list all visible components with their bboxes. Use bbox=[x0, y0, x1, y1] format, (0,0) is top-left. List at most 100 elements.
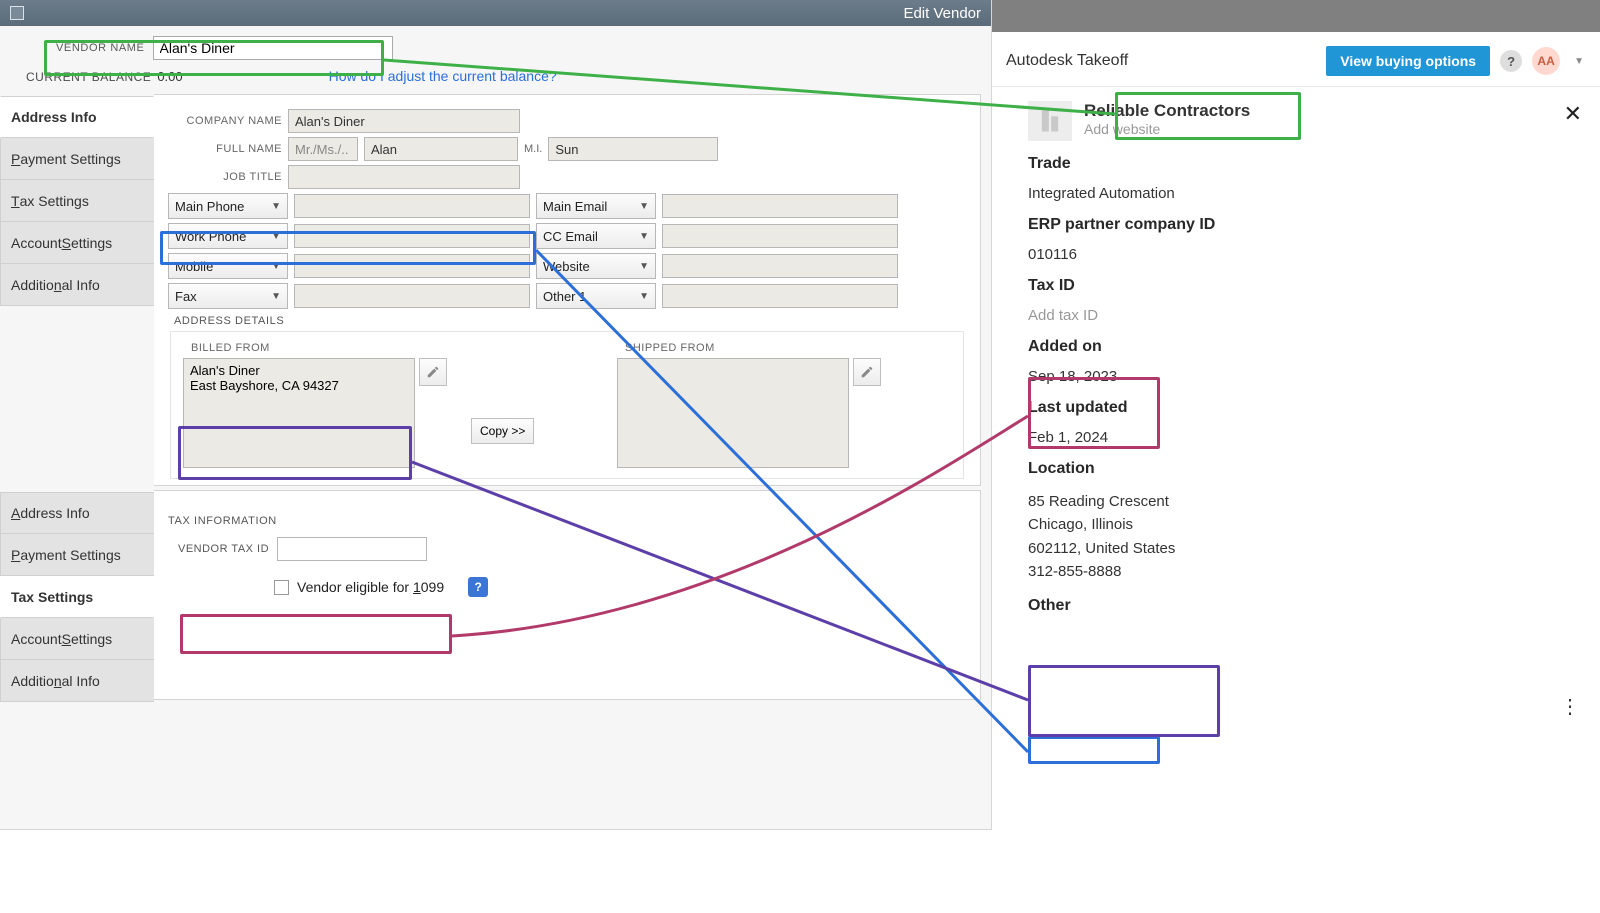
billed-from-textarea[interactable] bbox=[183, 358, 415, 468]
trade-value: Integrated Automation bbox=[1028, 185, 1582, 202]
last-updated-value: Feb 1, 2024 bbox=[1028, 429, 1582, 446]
tab-address-info[interactable]: Address Info bbox=[0, 492, 154, 534]
tab-payment-settings[interactable]: Payment Settings bbox=[0, 534, 154, 576]
view-buying-options-button[interactable]: View buying options bbox=[1326, 46, 1490, 76]
other-label: Other bbox=[1028, 597, 1582, 615]
combo-label: Work Phone bbox=[175, 229, 246, 244]
tab-address-info[interactable]: Address Info bbox=[0, 96, 154, 138]
phone-input-0[interactable] bbox=[294, 194, 530, 218]
erp-id-value: 010116 bbox=[1028, 246, 1582, 263]
edit-billed-address-button[interactable] bbox=[419, 358, 447, 386]
phone-input-3[interactable] bbox=[294, 284, 530, 308]
tab-account-settings[interactable]: Account Settings bbox=[0, 618, 154, 660]
company-name-input[interactable] bbox=[288, 109, 520, 133]
location-menu-button[interactable]: ⋮ bbox=[1560, 694, 1580, 719]
close-button[interactable]: ✕ bbox=[1564, 101, 1582, 125]
location-line-3: 602112, United States bbox=[1028, 537, 1582, 560]
shipped-from-textarea[interactable] bbox=[617, 358, 849, 468]
location-phone: 312-855-8888 bbox=[1028, 560, 1582, 583]
tab-payment-settings[interactable]: Payment Settings bbox=[0, 138, 154, 180]
combo-label: CC Email bbox=[543, 229, 598, 244]
phone-input-1[interactable] bbox=[294, 224, 530, 248]
email-type-combo-3[interactable]: Other 1▼ bbox=[536, 283, 656, 309]
email-input-0[interactable] bbox=[662, 194, 898, 218]
nav-tabs-upper: Address InfoPayment SettingsTax Settings… bbox=[0, 94, 154, 492]
help-button[interactable]: ? bbox=[1500, 50, 1522, 72]
location-line-1: 85 Reading Crescent bbox=[1028, 490, 1582, 513]
tax-id-label: Tax ID bbox=[1028, 277, 1582, 295]
pencil-icon bbox=[860, 365, 874, 379]
vendor-tax-id-label: VENDOR TAX ID bbox=[178, 543, 269, 555]
added-on-value: Sep 18, 2023 bbox=[1028, 368, 1582, 385]
add-website-link[interactable]: Add website bbox=[1084, 121, 1250, 137]
full-name-label: FULL NAME bbox=[162, 143, 282, 155]
last-name-input[interactable] bbox=[548, 137, 718, 161]
tab-tax-settings[interactable]: Tax Settings bbox=[0, 180, 154, 222]
tab-additional-info[interactable]: Additional Info bbox=[0, 660, 154, 702]
edit-shipped-address-button[interactable] bbox=[853, 358, 881, 386]
company-name-label: COMPANY NAME bbox=[162, 115, 282, 127]
tab-additional-info[interactable]: Additional Info bbox=[0, 264, 154, 306]
vendor-1099-label: Vendor eligible for 1099 bbox=[297, 579, 444, 595]
location-line-2: Chicago, Illinois bbox=[1028, 513, 1582, 536]
first-name-input[interactable] bbox=[364, 137, 518, 161]
window-sys-icon[interactable] bbox=[10, 6, 24, 20]
job-title-label: JOB TITLE bbox=[162, 171, 282, 183]
avatar-menu-chevron-icon[interactable]: ▼ bbox=[1574, 56, 1584, 67]
job-title-input[interactable] bbox=[288, 165, 520, 189]
combo-label: Fax bbox=[175, 289, 197, 304]
app-name: Autodesk Takeoff bbox=[1006, 52, 1316, 70]
current-balance-label: CURRENT BALANCE bbox=[26, 70, 151, 84]
salutation-input[interactable] bbox=[288, 137, 358, 161]
last-updated-label: Last updated bbox=[1028, 399, 1582, 417]
vendor-tax-id-input[interactable] bbox=[277, 537, 427, 561]
combo-label: Other 1 bbox=[543, 289, 586, 304]
adjust-balance-link[interactable]: How do I adjust the current balance? bbox=[329, 68, 557, 84]
phone-type-combo-3[interactable]: Fax ▼ bbox=[168, 283, 288, 309]
shipped-from-label: SHIPPED FROM bbox=[625, 342, 881, 354]
trade-label: Trade bbox=[1028, 155, 1582, 173]
help-1099-button[interactable]: ? bbox=[468, 577, 488, 597]
combo-label: Mobile bbox=[175, 259, 213, 274]
tab-account-settings[interactable]: Account Settings bbox=[0, 222, 154, 264]
combo-label: Main Email bbox=[543, 199, 607, 214]
mi-label: M.I. bbox=[524, 143, 542, 155]
chevron-down-icon: ▼ bbox=[271, 291, 281, 302]
tax-settings-card: TAX INFORMATION VENDOR TAX ID Vendor eli… bbox=[154, 490, 981, 700]
combo-label: Website bbox=[543, 259, 590, 274]
vendor-name-input[interactable] bbox=[153, 36, 393, 60]
address-info-card: COMPANY NAME FULL NAME M.I. JOB TITLE Ma… bbox=[154, 94, 981, 486]
email-type-combo-2[interactable]: Website ▼ bbox=[536, 253, 656, 279]
email-type-combo-0[interactable]: Main Email ▼ bbox=[536, 193, 656, 219]
window-title: Edit Vendor bbox=[903, 5, 981, 22]
tax-info-header: TAX INFORMATION bbox=[162, 501, 972, 537]
erp-id-label: ERP partner company ID bbox=[1028, 216, 1582, 234]
location-label: Location bbox=[1028, 460, 1582, 478]
pencil-icon bbox=[426, 365, 440, 379]
added-on-label: Added on bbox=[1028, 338, 1582, 356]
phone-type-combo-2[interactable]: Mobile ▼ bbox=[168, 253, 288, 279]
email-type-combo-1[interactable]: CC Email ▼ bbox=[536, 223, 656, 249]
email-input-3[interactable] bbox=[662, 284, 898, 308]
tax-id-value[interactable]: Add tax ID bbox=[1028, 307, 1582, 324]
chevron-down-icon: ▼ bbox=[271, 261, 281, 272]
current-balance-value: 0.00 bbox=[157, 69, 182, 84]
email-input-2[interactable] bbox=[662, 254, 898, 278]
tab-tax-settings[interactable]: Tax Settings bbox=[0, 576, 154, 618]
chevron-down-icon: ▼ bbox=[639, 231, 649, 242]
vendor-name-label: VENDOR NAME bbox=[56, 42, 145, 54]
phone-input-2[interactable] bbox=[294, 254, 530, 278]
address-details-header: ADDRESS DETAILS bbox=[174, 315, 972, 327]
billed-from-label: BILLED FROM bbox=[191, 342, 447, 354]
phone-type-combo-1[interactable]: Work Phone▼ bbox=[168, 223, 288, 249]
copy-address-button[interactable]: Copy >> bbox=[471, 418, 534, 444]
chevron-down-icon: ▼ bbox=[271, 201, 281, 212]
email-input-1[interactable] bbox=[662, 224, 898, 248]
vendor-1099-checkbox[interactable] bbox=[274, 580, 289, 595]
phone-type-combo-0[interactable]: Main Phone▼ bbox=[168, 193, 288, 219]
vendor-name: Reliable Contractors bbox=[1084, 101, 1250, 121]
chevron-down-icon: ▼ bbox=[639, 201, 649, 212]
chevron-down-icon: ▼ bbox=[639, 261, 649, 272]
nav-tabs-lower: Address InfoPayment SettingsTax Settings… bbox=[0, 490, 154, 706]
avatar[interactable]: AA bbox=[1532, 47, 1560, 75]
